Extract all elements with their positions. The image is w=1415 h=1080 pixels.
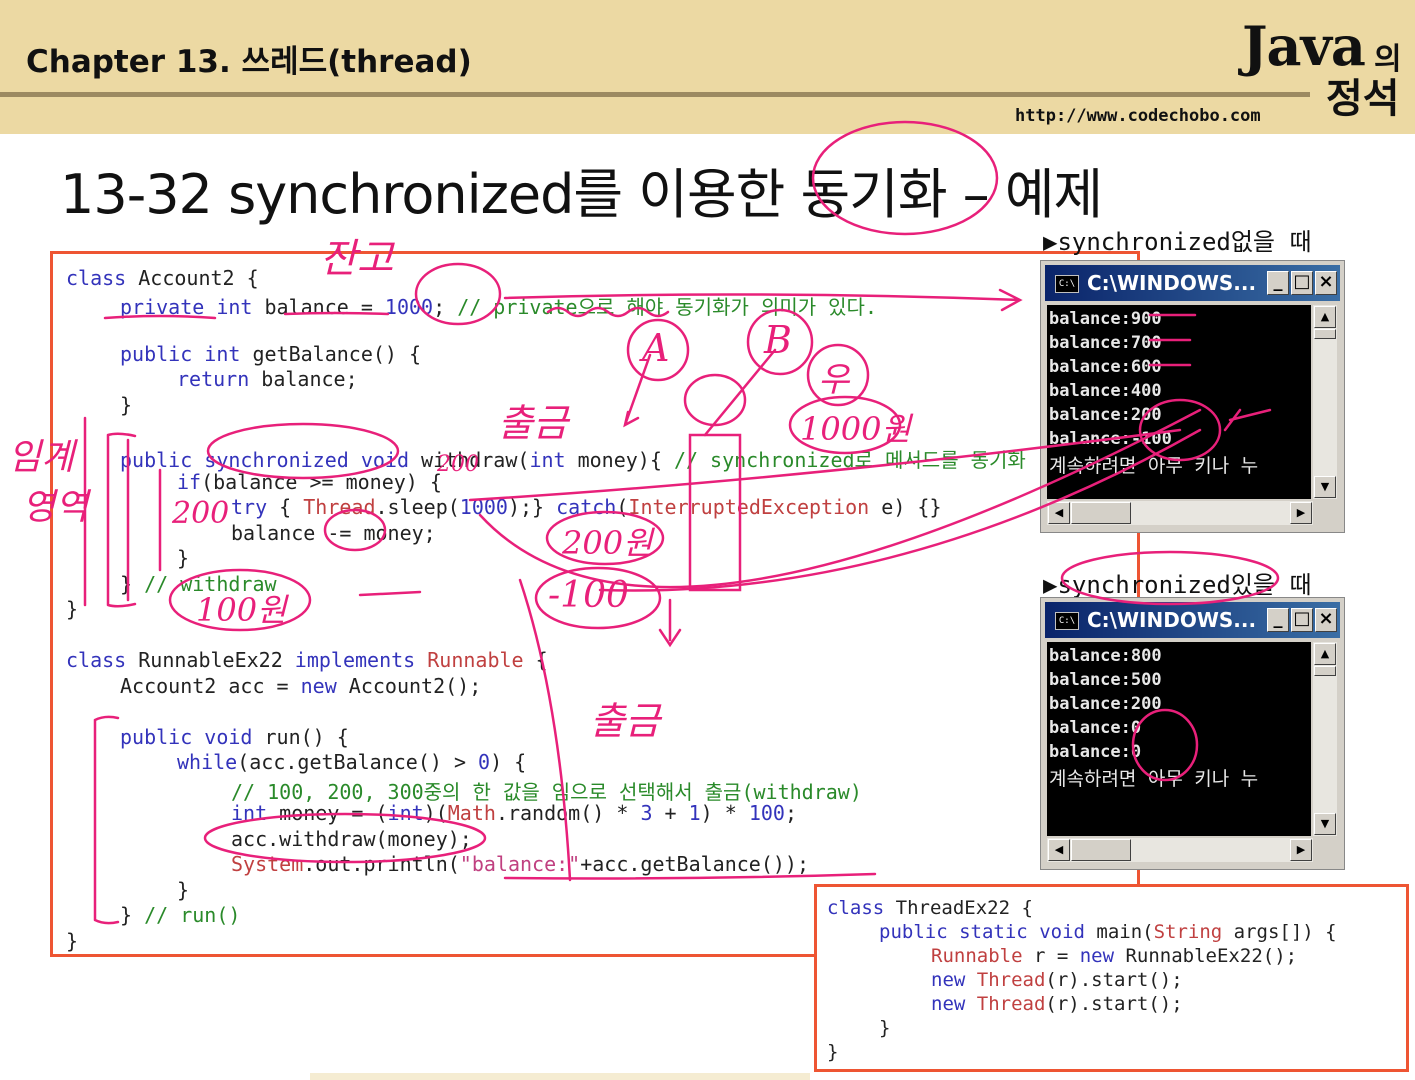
minimize-button[interactable]: _ [1267, 271, 1289, 295]
console-line: 계속하려면 아무 키나 누 [1049, 455, 1259, 477]
slide-header: Chapter 13. 쓰레드(thread) Java 의 정석 http:/… [0, 0, 1415, 134]
code-line: class RunnableEx22 implements Runnable { [66, 648, 548, 672]
annotation-100won: 100원 [196, 591, 287, 629]
java-logo-jeongseok: 정석 [1326, 76, 1400, 122]
vertical-scrollbar[interactable]: ▲ ▼ [1313, 642, 1337, 836]
console-line: balance:900 [1049, 309, 1162, 329]
code-line: new Thread(r).start(); [931, 993, 1183, 1015]
annotation-chulgeum: 출금 [498, 401, 568, 445]
scroll-up-icon[interactable]: ▲ [1314, 643, 1336, 665]
console-line: balance:600 [1049, 357, 1162, 377]
annotation-200-b: 200 [172, 496, 230, 531]
code-line: } [177, 878, 190, 902]
close-button[interactable]: × [1315, 608, 1337, 632]
code-line: new Thread(r).start(); [931, 969, 1183, 991]
header-rule [0, 92, 1310, 97]
code-line: int money = (int)(Math.random() * 3 + 1)… [231, 801, 797, 825]
code-line: } [827, 1041, 839, 1063]
console-line: balance:700 [1049, 333, 1162, 353]
annotation-b: B [764, 318, 792, 362]
label-with-synchronized: ▶synchronized있을 때 [1043, 571, 1312, 599]
console-line: balance:400 [1049, 381, 1162, 401]
console-output: balance:900 balance:700 balance:600 bala… [1047, 305, 1311, 499]
scroll-right-icon[interactable]: ▶ [1290, 502, 1312, 524]
code-line: while(acc.getBalance() > 0) { [177, 750, 527, 774]
console-app-icon: C:\ [1055, 275, 1079, 293]
code-line: } [66, 929, 79, 953]
slide-title: 13-32 synchronized를 이용한 동기화 – 예제 [60, 163, 1103, 226]
code-line: Account2 acc = new Account2(); [120, 674, 482, 698]
label-without-synchronized: ▶synchronized없을 때 [1043, 228, 1312, 256]
console-line: balance:0 [1049, 742, 1142, 762]
annotation-200won: 200원 [562, 524, 653, 562]
annotation-minus-100: -100 [548, 575, 629, 616]
annotation-1000won: 1000원 [800, 410, 911, 448]
console-line: balance:-100 [1049, 429, 1172, 449]
console-title: C:\WINDOWS... [1087, 271, 1257, 295]
code-line: } [120, 393, 133, 417]
code-line: } [177, 546, 190, 570]
scroll-thumb[interactable] [1314, 666, 1336, 676]
code-line: class ThreadEx22 { [827, 897, 1033, 919]
code-line: } // run() [120, 903, 241, 927]
code-line: System.out.println("balance:"+acc.getBal… [231, 852, 809, 876]
console-line: balance:0 [1049, 718, 1142, 738]
console-titlebar[interactable]: C:\ C:\WINDOWS... _ □ × [1045, 602, 1340, 638]
console-line: balance:200 [1049, 405, 1162, 425]
console-line: balance:800 [1049, 646, 1162, 666]
chapter-title: Chapter 13. 쓰레드(thread) [26, 44, 472, 80]
code-line: class Account2 { [66, 266, 259, 290]
annotation-imgye-bottom: 영역 [22, 487, 89, 528]
code-line: private int balance = 1000; // private으로… [120, 295, 878, 319]
code-line: balance -= money; [231, 521, 436, 545]
console-titlebar[interactable]: C:\ C:\WINDOWS... _ □ × [1045, 265, 1340, 301]
code-line: public void run() { [120, 725, 349, 749]
close-button[interactable]: × [1315, 271, 1337, 295]
annotation-imgye-top: 임계 [8, 437, 75, 478]
code-line: } [879, 1017, 891, 1039]
console-line: balance:500 [1049, 670, 1162, 690]
code-box-main-class: class ThreadEx22 { public static void ma… [814, 884, 1409, 1072]
scroll-thumb[interactable] [1314, 329, 1336, 339]
code-line: return balance; [177, 367, 358, 391]
scroll-left-icon[interactable]: ◀ [1048, 839, 1070, 861]
code-line: if(balance >= money) { [177, 470, 442, 494]
annotation-200-a: 200 [437, 452, 479, 477]
scroll-down-icon[interactable]: ▼ [1314, 476, 1336, 498]
console-app-icon: C:\ [1055, 612, 1079, 630]
code-line: Runnable r = new RunnableEx22(); [931, 945, 1298, 967]
scroll-right-icon[interactable]: ▶ [1290, 839, 1312, 861]
annotation-janco: 잔고 [320, 236, 394, 282]
console-output: balance:800 balance:500 balance:200 bala… [1047, 642, 1311, 836]
scroll-down-icon[interactable]: ▼ [1314, 813, 1336, 835]
annotation-a: A [642, 326, 670, 370]
horizontal-scrollbar[interactable]: ◀ ▶ [1047, 501, 1313, 525]
code-line: try { Thread.sleep(1000);} catch(Interru… [231, 495, 942, 519]
code-line: } [66, 597, 79, 621]
scroll-thumb[interactable] [1071, 839, 1131, 861]
scroll-thumb[interactable] [1071, 502, 1131, 524]
code-line: public int getBalance() { [120, 342, 422, 366]
scroll-up-icon[interactable]: ▲ [1314, 306, 1336, 328]
console-window-without-sync[interactable]: C:\ C:\WINDOWS... _ □ × balance:900 bala… [1040, 260, 1345, 533]
minimize-button[interactable]: _ [1267, 608, 1289, 632]
maximize-button[interactable]: □ [1291, 608, 1313, 632]
console-line: balance:200 [1049, 694, 1162, 714]
site-url[interactable]: http://www.codechobo.com [1015, 106, 1261, 126]
maximize-button[interactable]: □ [1291, 271, 1313, 295]
scroll-left-icon[interactable]: ◀ [1048, 502, 1070, 524]
console-line: 계속하려면 아무 키나 누 [1049, 768, 1259, 790]
footer-strip [310, 1073, 810, 1080]
console-title: C:\WINDOWS... [1087, 608, 1257, 632]
annotation-chulgeum-2: 출금 [590, 699, 660, 743]
horizontal-scrollbar[interactable]: ◀ ▶ [1047, 838, 1313, 862]
code-line: acc.withdraw(money); [231, 827, 472, 851]
annotation-circle-top: 우 [818, 360, 850, 400]
console-window-with-sync[interactable]: C:\ C:\WINDOWS... _ □ × balance:800 bala… [1040, 597, 1345, 870]
code-line: public static void main(String args[]) { [879, 921, 1337, 943]
vertical-scrollbar[interactable]: ▲ ▼ [1313, 305, 1337, 499]
